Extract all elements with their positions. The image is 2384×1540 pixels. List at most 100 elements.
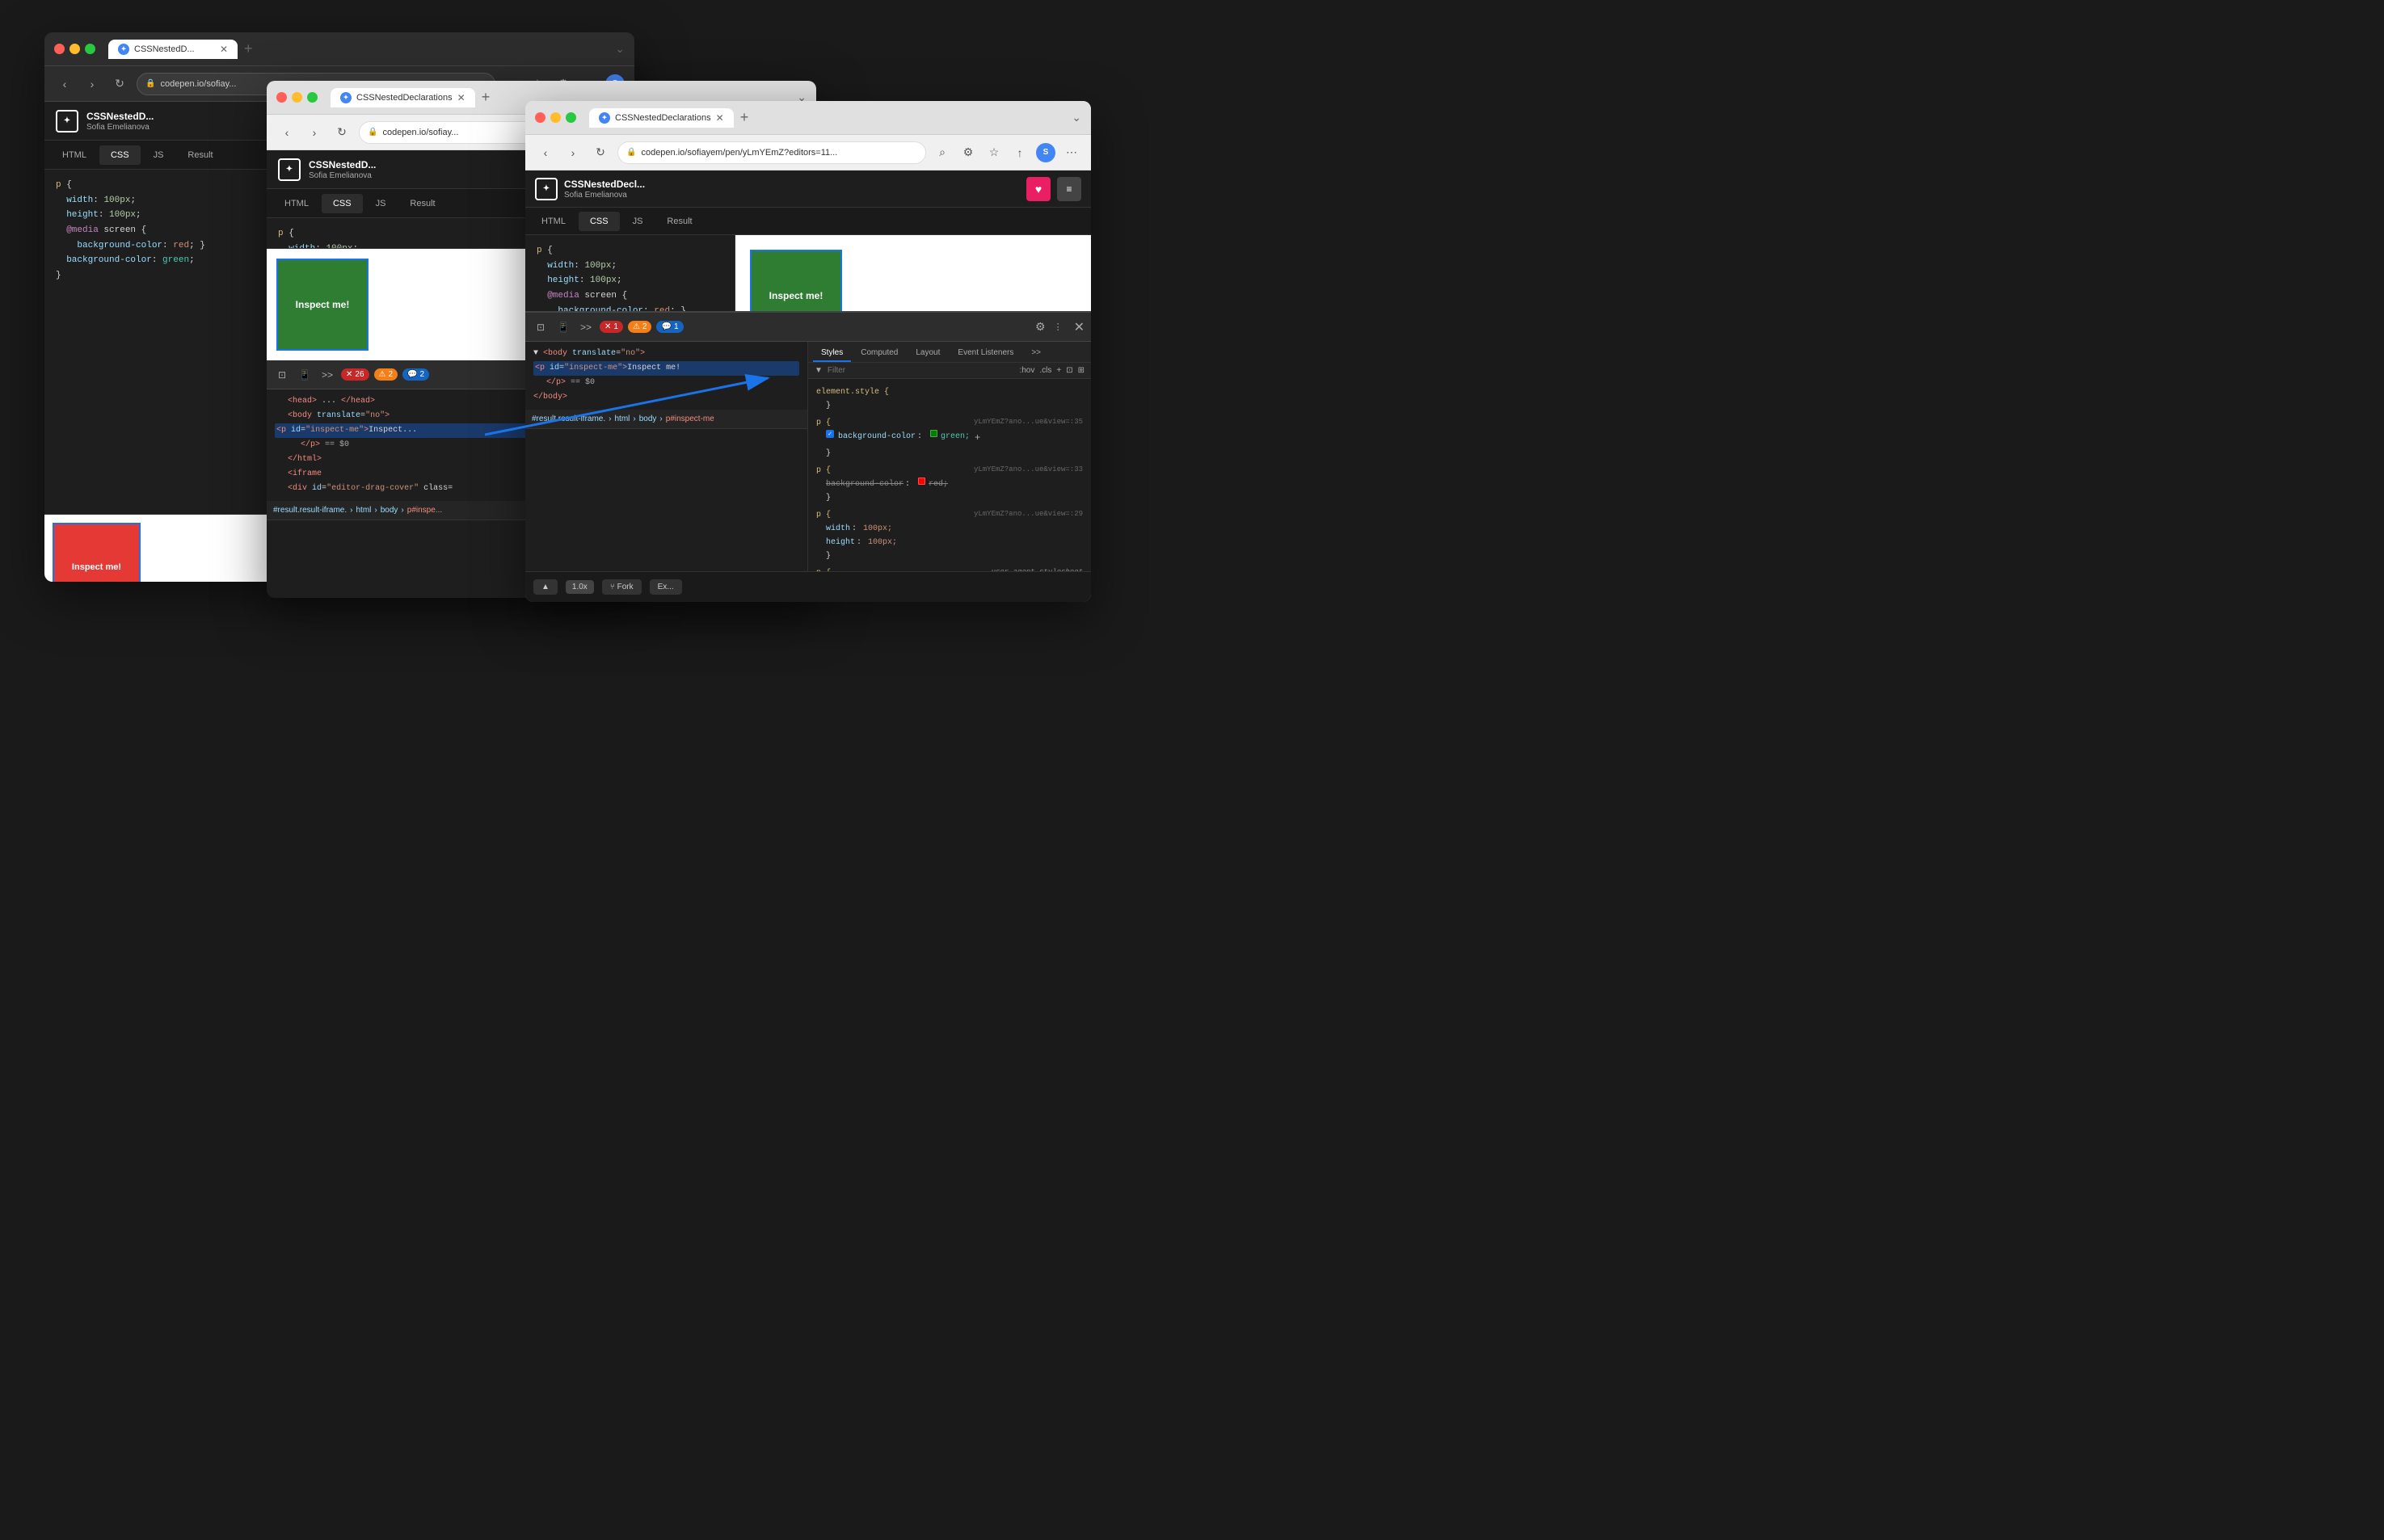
bc-item-1-2[interactable]: #result.result-iframe. xyxy=(273,506,347,515)
bc-item-4-3[interactable]: p#inspect-me xyxy=(666,414,714,423)
fork-btn-3[interactable]: ⑂ Fork xyxy=(602,579,642,595)
ht-line: </p> == $0 xyxy=(533,376,799,390)
maximize-button-3[interactable] xyxy=(566,112,576,123)
forward-button-1[interactable]: › xyxy=(82,74,103,95)
devtools-more-3[interactable]: ⋮ xyxy=(1054,322,1063,332)
more-tabs-3[interactable]: >> xyxy=(1023,345,1049,362)
maximize-button-1[interactable] xyxy=(85,44,95,54)
tab-2[interactable]: ✦ CSSNestedDeclarations ✕ xyxy=(331,88,475,107)
collapse-btn-3[interactable]: ▲ xyxy=(533,579,558,595)
rule-prop: height xyxy=(826,536,855,549)
url-bar-3[interactable]: 🔒 codepen.io/sofiayem/pen/yLmYEmZ?editor… xyxy=(617,141,926,164)
layout-btn-3[interactable]: ⊡ xyxy=(1066,366,1072,375)
tab-js-1[interactable]: JS xyxy=(142,145,175,165)
new-tab-button-3[interactable]: + xyxy=(737,109,752,126)
tab-result-1[interactable]: Result xyxy=(176,145,224,165)
tab-html-1[interactable]: HTML xyxy=(51,145,98,165)
window-menu-1[interactable]: ⌄ xyxy=(615,42,625,56)
more-btn-3[interactable]: ⊞ xyxy=(1078,366,1085,375)
export-btn-3[interactable]: Ex... xyxy=(650,579,682,595)
inspect-icon-3[interactable]: ⊡ xyxy=(532,318,550,336)
tab-close-1[interactable]: ✕ xyxy=(220,44,228,55)
devtools-close-3[interactable]: ✕ xyxy=(1074,319,1085,335)
win3-tab-js[interactable]: JS xyxy=(621,212,655,231)
tab-close-2[interactable]: ✕ xyxy=(457,92,465,103)
menu-button-3[interactable]: ≡ xyxy=(1057,177,1081,201)
tab-1[interactable]: ✦ CSSNestedD... ✕ xyxy=(108,40,238,59)
add-style-3[interactable]: + xyxy=(1056,366,1061,375)
device-icon-3[interactable]: 📱 xyxy=(554,318,572,336)
layout-tab-3[interactable]: Layout xyxy=(908,345,948,362)
ht-line-selected[interactable]: <p id="inspect-me">Inspect... xyxy=(275,423,533,438)
device-icon-2[interactable]: 📱 xyxy=(296,366,314,384)
plus-btn-3[interactable]: + xyxy=(975,430,980,446)
tab-js-2[interactable]: JS xyxy=(364,194,398,213)
bc-item-4-2[interactable]: p#inspe... xyxy=(407,506,442,515)
info-badge-2[interactable]: 💬 2 xyxy=(402,368,429,381)
minimize-button-2[interactable] xyxy=(292,92,302,103)
bc-item-2-2[interactable]: html xyxy=(356,506,371,515)
error-badge-3[interactable]: ✕ 1 xyxy=(600,321,623,333)
forward-button-3[interactable]: › xyxy=(562,142,583,163)
refresh-button-3[interactable]: ↻ xyxy=(590,142,611,163)
info-badge-3[interactable]: 💬 1 xyxy=(656,321,683,333)
more-panels-icon-2[interactable]: >> xyxy=(318,366,336,384)
win3-codepen-header: ✦ CSSNestedDecl... Sofia Emelianova ♥ ≡ xyxy=(525,170,1091,208)
tab-css-2[interactable]: CSS xyxy=(322,194,363,213)
tab-html-2[interactable]: HTML xyxy=(273,194,320,213)
close-button-3[interactable] xyxy=(535,112,545,123)
win3-tab-css[interactable]: CSS xyxy=(579,212,620,231)
back-button-3[interactable]: ‹ xyxy=(535,142,556,163)
avatar-3[interactable]: S xyxy=(1036,143,1055,162)
close-button-1[interactable] xyxy=(54,44,65,54)
more-icon-3[interactable]: ⋯ xyxy=(1062,143,1081,162)
refresh-button-2[interactable]: ↻ xyxy=(331,122,352,143)
ht-line-selected[interactable]: <p id="inspect-me">Inspect me! xyxy=(533,361,799,376)
bc-item-3-2[interactable]: body xyxy=(381,506,398,515)
devtools-settings-3[interactable]: ⚙ xyxy=(1035,320,1046,334)
pseudo-class-3[interactable]: :hov xyxy=(1019,366,1034,375)
url-text-2: codepen.io/sofiay... xyxy=(382,128,458,137)
more-panels-icon-3[interactable]: >> xyxy=(577,318,595,336)
class-toggle-3[interactable]: .cls xyxy=(1039,366,1051,375)
refresh-button-1[interactable]: ↻ xyxy=(109,74,130,95)
search-icon-3[interactable]: ⌕ xyxy=(933,143,952,162)
bookmark-icon-3[interactable]: ☆ xyxy=(984,143,1004,162)
close-button-2[interactable] xyxy=(276,92,287,103)
error-badge-2[interactable]: ✕ 26 xyxy=(341,368,369,381)
forward-button-2[interactable]: › xyxy=(304,122,325,143)
bc-item-2-3[interactable]: html xyxy=(614,414,630,423)
tab-result-2[interactable]: Result xyxy=(398,194,446,213)
win3-tab-html[interactable]: HTML xyxy=(530,212,577,231)
tab-close-3[interactable]: ✕ xyxy=(716,112,724,124)
tab-css-1[interactable]: CSS xyxy=(99,145,141,165)
maximize-button-2[interactable] xyxy=(307,92,318,103)
inspect-element-icon-2[interactable]: ⊡ xyxy=(273,366,291,384)
filter-input-3[interactable] xyxy=(828,366,1015,375)
tab-area-1: ✦ CSSNestedD... ✕ + xyxy=(108,40,609,59)
bc-item-1-3[interactable]: #result.result-iframe. xyxy=(532,414,605,423)
share-icon-3[interactable]: ↑ xyxy=(1010,143,1030,162)
rule-block: p { yLmYEmZ?ano...ue&view=:33 background… xyxy=(816,462,1083,507)
code-line: width: 100px; xyxy=(56,193,299,208)
rule-val: green; xyxy=(941,430,970,444)
minimize-button-1[interactable] xyxy=(69,44,80,54)
tab-3[interactable]: ✦ CSSNestedDeclarations ✕ xyxy=(589,108,734,128)
styles-tab-3[interactable]: Styles xyxy=(813,345,851,362)
warning-badge-2[interactable]: ⚠ 2 xyxy=(374,368,398,381)
ht-line: <div id="editor-drag-cover" class= xyxy=(275,482,533,496)
win3-tab-result[interactable]: Result xyxy=(655,212,703,231)
heart-button-3[interactable]: ♥ xyxy=(1026,177,1051,201)
window-menu-3[interactable]: ⌄ xyxy=(1072,111,1081,124)
new-tab-button-2[interactable]: + xyxy=(478,89,494,106)
event-listeners-tab-3[interactable]: Event Listeners xyxy=(950,345,1021,362)
computed-tab-3[interactable]: Computed xyxy=(853,345,906,362)
rule-checkbox[interactable]: ✓ xyxy=(826,430,834,438)
bc-item-3-3[interactable]: body xyxy=(639,414,657,423)
warning-badge-3[interactable]: ⚠ 2 xyxy=(628,321,652,333)
extensions-icon-3[interactable]: ⚙ xyxy=(958,143,978,162)
back-button-1[interactable]: ‹ xyxy=(54,74,75,95)
minimize-button-3[interactable] xyxy=(550,112,561,123)
new-tab-button-1[interactable]: + xyxy=(241,40,256,57)
back-button-2[interactable]: ‹ xyxy=(276,122,297,143)
